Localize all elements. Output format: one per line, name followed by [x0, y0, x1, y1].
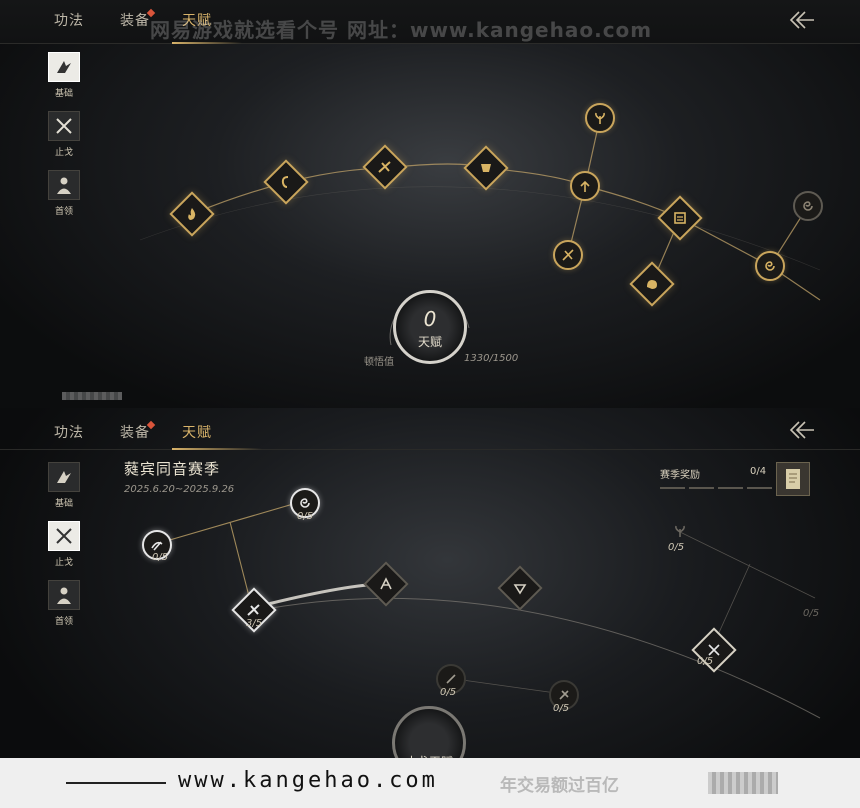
insight-progress: 1330/1500	[464, 353, 519, 364]
node-count: 0/5	[297, 511, 314, 522]
footer-site-url: www.kangehao.com	[178, 768, 438, 793]
insight-label: 顿悟值	[364, 357, 394, 368]
talent-points-dial[interactable]: 0 天赋	[393, 290, 467, 364]
blurred-logo	[708, 772, 778, 794]
node-count: 3/5	[246, 618, 263, 629]
talent-node-sprout[interactable]	[585, 103, 615, 133]
footer-divider	[66, 782, 166, 784]
node-count: 0/5	[668, 542, 685, 553]
node-count: 0/5	[553, 703, 570, 714]
node-count: 0/5	[440, 687, 457, 698]
talent-points-label: 天赋	[417, 335, 442, 349]
talent-node-cross[interactable]	[553, 240, 583, 270]
talent-node-swirl-locked[interactable]	[793, 191, 823, 221]
talent-node-swirl[interactable]	[755, 251, 785, 281]
blurred-id	[62, 392, 122, 400]
talent-panel-bottom: 功法 装备 天赋 基础 止戈 首领 蕤宾同音赛季 2025.6.20~2025.…	[0, 408, 860, 808]
talent-panel-top: 功法 装备 天赋 网易游戏就选看个号 网址：www.kangehao.com 基…	[0, 0, 860, 408]
node-count: 0/5	[803, 608, 820, 619]
talent-points-value: 0	[423, 307, 437, 331]
node-count: 0/5	[697, 656, 714, 667]
node-count: 0/5	[152, 552, 169, 563]
site-footer: www.kangehao.com 年交易额过百亿	[0, 758, 860, 808]
talent-node-growth[interactable]	[570, 171, 600, 201]
footer-slogan: 年交易额过百亿	[500, 776, 619, 796]
